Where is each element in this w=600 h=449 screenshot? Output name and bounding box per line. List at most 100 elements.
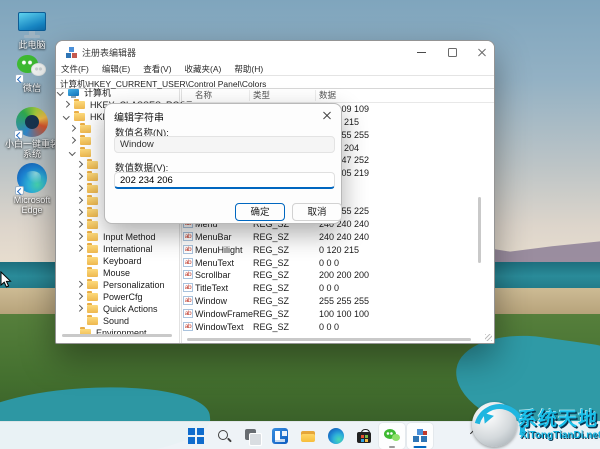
value-type: REG_SZ [253,244,289,257]
tree-item-mouse[interactable]: Mouse [56,267,179,279]
tree-item-label: Environment [96,327,147,339]
menu-favorites[interactable]: 收藏夹(A) [185,63,222,75]
chevron-right-icon[interactable] [69,137,75,143]
taskbar-search-button[interactable] [211,423,237,449]
task-view-button[interactable] [239,423,265,449]
registry-value-row[interactable]: abMenuTextREG_SZ0 0 0 [182,257,494,270]
chevron-right-icon[interactable] [76,245,82,251]
value-data: 240 240 240 [319,231,369,244]
reg-sz-icon: ab [183,283,193,292]
chevron-right-icon[interactable] [76,221,82,227]
regedit-app-icon [66,47,77,58]
ok-button[interactable]: 确定 [235,203,285,221]
chevron-right-icon[interactable] [76,161,82,167]
tree-item-international[interactable]: International [56,243,179,255]
column-separator[interactable] [249,90,250,101]
chevron-right-icon[interactable] [76,305,82,311]
chevron-down-icon[interactable] [63,113,69,119]
registry-value-row[interactable]: abMenuHilightREG_SZ0 120 215 [182,244,494,257]
value-type: REG_SZ [253,321,289,334]
registry-value-row[interactable]: abMenuBarREG_SZ240 240 240 [182,231,494,244]
resize-grip[interactable] [485,334,492,341]
registry-value-row[interactable]: abTitleTextREG_SZ0 0 0 [182,282,494,295]
watermark-site: XiTongTianDi.net [520,430,600,441]
registry-value-row[interactable]: abWindowTextREG_SZ0 0 0 [182,321,494,334]
chevron-right-icon[interactable] [76,209,82,215]
registry-value-row[interactable]: abWindowREG_SZ255 255 255 [182,295,494,308]
value-type: REG_SZ [253,257,289,270]
title-bar[interactable]: 注册表编辑器 [56,41,494,63]
active-indicator [414,446,427,449]
value-name: WindowFrame [195,308,253,321]
desktop-icon-xiaobai[interactable]: 小白一键重装系统 [4,107,60,159]
cancel-button[interactable]: 取消 [292,203,342,221]
edge-icon [328,428,344,444]
menu-view[interactable]: 查看(V) [143,63,171,75]
menu-file[interactable]: 文件(F) [61,63,89,75]
folder-icon [87,293,98,302]
tree-item-powercfg[interactable]: PowerCfg [56,291,179,303]
value-type: REG_SZ [253,269,289,282]
list-horizontal-scrollbar[interactable] [187,338,471,341]
tree-item-computer[interactable]: 计算机 [56,87,179,99]
maximize-button[interactable] [438,41,466,63]
chevron-down-icon[interactable] [57,89,63,95]
tree-item-personalization[interactable]: Personalization [56,279,179,291]
desktop-icon-this-pc[interactable]: 此电脑 [4,12,60,50]
chevron-right-icon[interactable] [76,197,82,203]
menu-help[interactable]: 帮助(H) [234,63,263,75]
wechat-icon [17,55,47,81]
chevron-right-icon[interactable] [69,125,75,131]
chevron-right-icon[interactable] [76,293,82,299]
chevron-down-icon[interactable] [69,149,75,155]
tree-item-quick-actions[interactable]: Quick Actions [56,303,179,315]
regedit-taskbar-button[interactable] [407,423,433,449]
chevron-right-icon[interactable] [76,173,82,179]
this-pc-icon [17,12,47,38]
registry-value-row[interactable]: abScrollbarREG_SZ200 200 200 [182,269,494,282]
widgets-button[interactable] [267,423,293,449]
store-button[interactable] [351,423,377,449]
chevron-right-icon[interactable] [63,101,69,107]
column-header-name[interactable]: 名称 [195,89,212,102]
value-name-field[interactable]: Window [114,136,335,153]
value-data-input[interactable]: 202 234 206 [114,172,335,189]
chevron-right-icon[interactable] [76,281,82,287]
tree-horizontal-scrollbar[interactable] [62,334,172,337]
xiaobai-icon [16,107,48,137]
column-header-data[interactable]: 数据 [319,89,336,102]
folder-icon [87,197,98,206]
minimize-button[interactable] [408,41,436,63]
chevron-right-icon[interactable] [76,185,82,191]
desktop-icon-edge[interactable]: Microsoft Edge [4,163,60,215]
menu-edit[interactable]: 编辑(E) [102,63,130,75]
start-button[interactable] [183,423,209,449]
file-explorer-button[interactable] [295,423,321,449]
close-button[interactable] [468,41,495,63]
folder-icon [87,233,98,242]
value-data: 0 0 0 [319,321,339,334]
menu-bar: 文件(F) 编辑(E) 查看(V) 收藏夹(A) 帮助(H) [56,63,494,75]
desktop-icon-wechat[interactable]: 微信 [4,55,60,93]
tree-item-keyboard[interactable]: Keyboard [56,255,179,267]
column-separator[interactable] [315,90,316,101]
tree-item-label: PowerCfg [103,291,143,303]
tree-item-input-method[interactable]: Input Method [56,231,179,243]
folder-icon [80,125,91,134]
window-title: 注册表编辑器 [82,46,136,59]
folder-icon [80,137,91,146]
value-name: MenuHilight [195,244,243,257]
column-header-type[interactable]: 类型 [253,89,270,102]
list-vertical-scrollbar[interactable] [478,197,481,263]
tree-item-label: Quick Actions [103,303,158,315]
close-icon[interactable] [321,109,333,121]
wechat-taskbar-button[interactable] [379,423,405,449]
folder-icon [87,209,98,218]
tree-item-environment[interactable]: Environment [56,327,179,339]
mouse-cursor [0,271,12,289]
chevron-right-icon[interactable] [76,233,82,239]
edge-button[interactable] [323,423,349,449]
tree-item-sound[interactable]: Sound [56,315,179,327]
value-type: REG_SZ [253,231,289,244]
registry-value-row[interactable]: abWindowFrameREG_SZ100 100 100 [182,308,494,321]
